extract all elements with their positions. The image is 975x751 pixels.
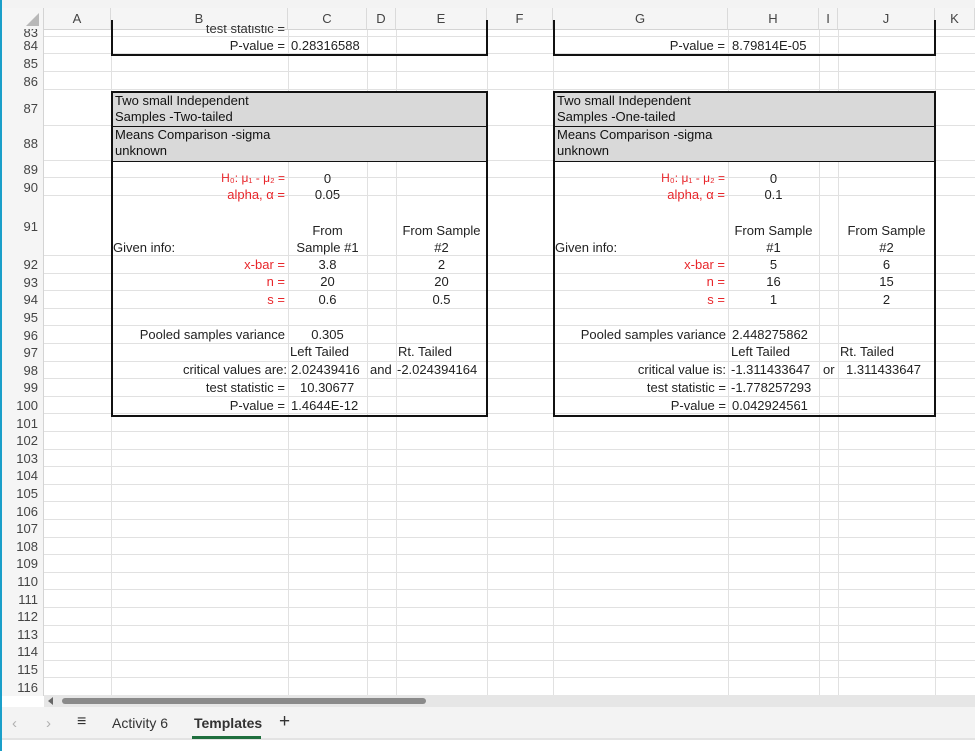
chevron-left-icon[interactable]: ‹ xyxy=(12,715,17,732)
row-header-94[interactable]: 94 xyxy=(2,291,44,309)
row-header-96[interactable]: 96 xyxy=(2,326,44,344)
horizontal-scrollbar[interactable] xyxy=(44,695,975,707)
grid-hline xyxy=(44,554,975,556)
row-header-106[interactable]: 106 xyxy=(2,502,44,520)
grid-hline xyxy=(44,71,975,72)
column-header-a[interactable]: A xyxy=(44,8,111,30)
grid-hline xyxy=(44,501,975,503)
row-header-88[interactable]: 88 xyxy=(2,126,44,161)
prev-pvalue-left[interactable]: 0.28316588 xyxy=(291,38,360,53)
grid-hline xyxy=(44,571,975,573)
row-header-102[interactable]: 102 xyxy=(2,432,44,450)
hamburger-menu-icon[interactable]: ≡ xyxy=(77,713,86,731)
sheet-tab-activity-6[interactable]: Activity 6 xyxy=(112,715,168,731)
grid-hline xyxy=(44,466,975,468)
select-all-corner[interactable] xyxy=(0,8,44,30)
row-header-87[interactable]: 87 xyxy=(2,90,44,126)
left-template-box xyxy=(111,91,488,417)
scroll-left-arrow-icon[interactable] xyxy=(48,697,53,705)
window-edge xyxy=(0,0,2,751)
row-header-85[interactable]: 85 xyxy=(2,54,44,72)
row-header-98[interactable]: 98 xyxy=(2,361,44,380)
row-header-95[interactable]: 95 xyxy=(2,308,44,327)
row-header-108[interactable]: 108 xyxy=(2,537,44,556)
select-all-triangle-icon xyxy=(26,13,39,26)
chevron-right-icon[interactable]: › xyxy=(46,715,51,732)
prev-pvalue-label-right: P-value = xyxy=(669,38,725,53)
row-header-103[interactable]: 103 xyxy=(2,449,44,468)
row-header-116[interactable]: 116 xyxy=(2,678,44,696)
grid-hline xyxy=(44,431,975,432)
grid-hline xyxy=(44,659,975,661)
column-header-f[interactable]: F xyxy=(487,8,553,30)
row-header-101[interactable]: 101 xyxy=(2,414,44,432)
row-header-104[interactable]: 104 xyxy=(2,467,44,485)
top-strip xyxy=(0,0,975,8)
row-header-100[interactable]: 100 xyxy=(2,396,44,415)
row-header-92[interactable]: 92 xyxy=(2,256,44,274)
row-header-105[interactable]: 105 xyxy=(2,484,44,503)
sheet-tab-templates[interactable]: Templates xyxy=(194,715,262,731)
grid-hline xyxy=(44,448,975,450)
prev-test-stat-label-left: test statistic = xyxy=(205,25,285,33)
row-header-89[interactable]: 89 xyxy=(2,161,44,178)
grid-hline xyxy=(44,536,975,538)
row-header-109[interactable]: 109 xyxy=(2,555,44,573)
active-tab-indicator xyxy=(192,736,261,739)
scrollbar-thumb[interactable] xyxy=(62,698,426,704)
status-bar xyxy=(0,740,975,751)
plus-icon[interactable]: + xyxy=(279,711,290,733)
prev-pvalue-label-left: P-value = xyxy=(229,38,285,53)
grid-hline xyxy=(44,519,975,520)
sheet-tab-bar: ‹ › ≡ Activity 6 Templates + xyxy=(0,707,975,740)
row-header-112[interactable]: 112 xyxy=(2,608,44,626)
row-header-83[interactable]: 83 xyxy=(2,29,44,37)
row-header-90[interactable]: 90 xyxy=(2,178,44,196)
column-header-k[interactable]: K xyxy=(935,8,975,30)
grid-hline xyxy=(44,624,975,626)
row-header-97[interactable]: 97 xyxy=(2,344,44,362)
row-header-115[interactable]: 115 xyxy=(2,660,44,679)
row-header-113[interactable]: 113 xyxy=(2,625,44,644)
row-header-84[interactable]: 84 xyxy=(2,37,44,54)
right-template-box xyxy=(553,91,936,417)
grid-hline xyxy=(44,483,975,485)
grid-hline xyxy=(44,607,975,608)
prev-pvalue-right[interactable]: 8.79814E-05 xyxy=(732,38,806,53)
row-header-111[interactable]: 111 xyxy=(2,590,44,608)
row-header-99[interactable]: 99 xyxy=(2,379,44,397)
row-header-93[interactable]: 93 xyxy=(2,273,44,292)
grid-hline xyxy=(44,589,975,591)
row-header-107[interactable]: 107 xyxy=(2,520,44,538)
row-header-91[interactable]: 91 xyxy=(2,196,44,256)
grid-hline xyxy=(44,642,975,644)
grid-hline xyxy=(44,89,975,90)
row-header-110[interactable]: 110 xyxy=(2,572,44,591)
grid-hline xyxy=(44,677,975,679)
row-header-114[interactable]: 114 xyxy=(2,643,44,661)
row-header-86[interactable]: 86 xyxy=(2,72,44,90)
